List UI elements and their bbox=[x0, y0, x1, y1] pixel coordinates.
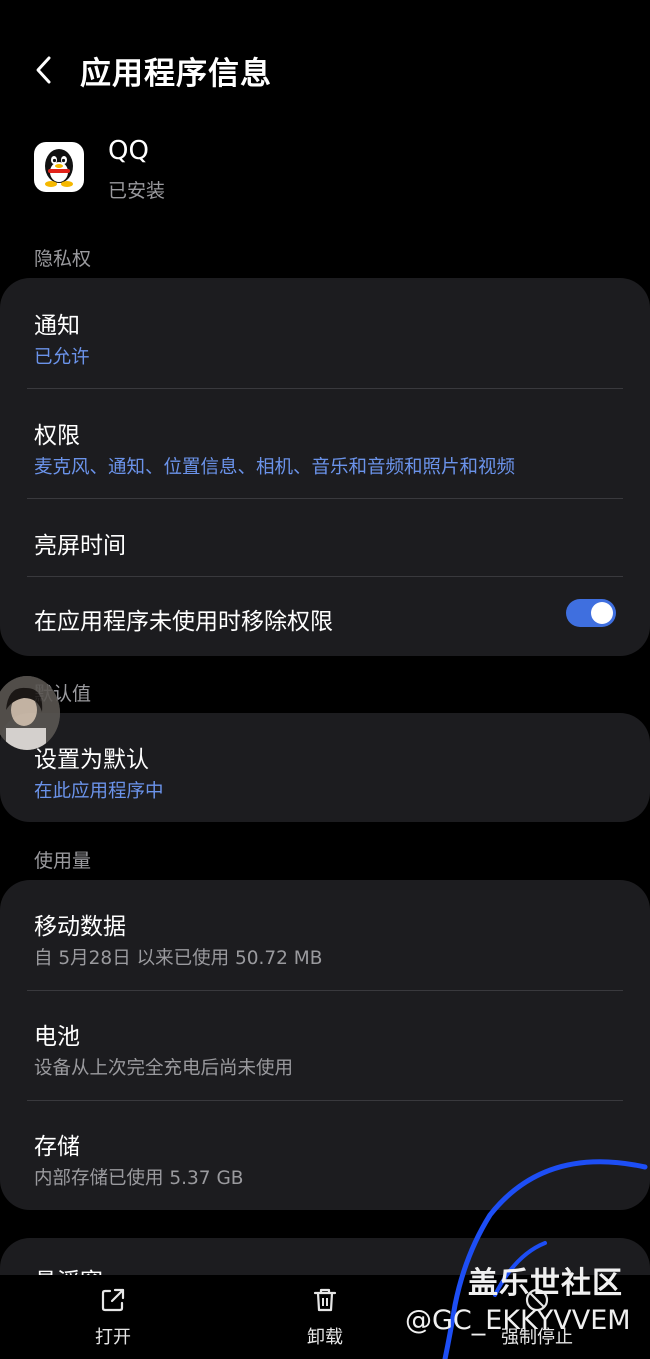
open-button[interactable]: 打开 bbox=[53, 1285, 173, 1349]
mobile-data-row[interactable]: 移动数据 自 5月28日 以来已使用 50.72 MB bbox=[0, 880, 650, 990]
uninstall-label: 卸载 bbox=[307, 1327, 343, 1348]
section-label-usage: 使用量 bbox=[34, 850, 92, 872]
mobile-data-value: 自 5月28日 以来已使用 50.72 MB bbox=[34, 948, 323, 969]
notifications-row[interactable]: 通知 已允许 bbox=[0, 278, 650, 388]
app-name: QQ bbox=[108, 136, 149, 166]
screen-time-row[interactable]: 亮屏时间 bbox=[0, 498, 650, 576]
privacy-card: 通知 已允许 权限 麦克风、通知、位置信息、相机、音乐和音频和照片和视频 亮屏时… bbox=[0, 278, 650, 656]
open-external-icon bbox=[101, 1288, 125, 1312]
permissions-row[interactable]: 权限 麦克风、通知、位置信息、相机、音乐和音频和照片和视频 bbox=[0, 388, 650, 498]
trash-icon bbox=[313, 1288, 337, 1312]
remove-permissions-toggle[interactable] bbox=[566, 599, 616, 627]
app-status: 已安装 bbox=[108, 180, 166, 202]
notifications-title: 通知 bbox=[34, 313, 80, 339]
storage-value: 内部存储已使用 5.37 GB bbox=[34, 1168, 244, 1189]
uninstall-button[interactable]: 卸载 bbox=[265, 1285, 385, 1349]
section-label-privacy: 隐私权 bbox=[34, 248, 92, 270]
watermark-title: 盖乐世社区 bbox=[468, 1266, 623, 1301]
notifications-value: 已允许 bbox=[34, 347, 90, 368]
screen-time-title: 亮屏时间 bbox=[34, 533, 126, 559]
app-info-row: QQ 已安装 bbox=[0, 132, 650, 212]
page-title: 应用程序信息 bbox=[80, 56, 272, 92]
battery-row[interactable]: 电池 设备从上次完全充电后尚未使用 bbox=[0, 990, 650, 1100]
permissions-value: 麦克风、通知、位置信息、相机、音乐和音频和照片和视频 bbox=[34, 457, 516, 478]
back-arrow-icon[interactable] bbox=[30, 52, 58, 88]
mobile-data-title: 移动数据 bbox=[34, 914, 126, 940]
defaults-card: 设置为默认 在此应用程序中 bbox=[0, 713, 650, 822]
storage-title: 存储 bbox=[34, 1134, 80, 1160]
open-label: 打开 bbox=[95, 1327, 131, 1348]
watermark-id: @GC_EKKYVVEM bbox=[405, 1305, 631, 1336]
set-default-title: 设置为默认 bbox=[34, 747, 149, 773]
remove-permissions-title: 在应用程序未使用时移除权限 bbox=[34, 609, 333, 635]
qq-app-icon bbox=[34, 142, 84, 192]
battery-value: 设备从上次完全充电后尚未使用 bbox=[34, 1058, 294, 1079]
remove-permissions-row[interactable]: 在应用程序未使用时移除权限 bbox=[0, 576, 650, 656]
toggle-knob bbox=[591, 602, 613, 624]
header: 应用程序信息 bbox=[0, 30, 650, 110]
battery-title: 电池 bbox=[34, 1024, 80, 1050]
set-default-value: 在此应用程序中 bbox=[34, 781, 164, 802]
set-default-row[interactable]: 设置为默认 在此应用程序中 bbox=[0, 713, 650, 822]
permissions-title: 权限 bbox=[34, 423, 80, 449]
